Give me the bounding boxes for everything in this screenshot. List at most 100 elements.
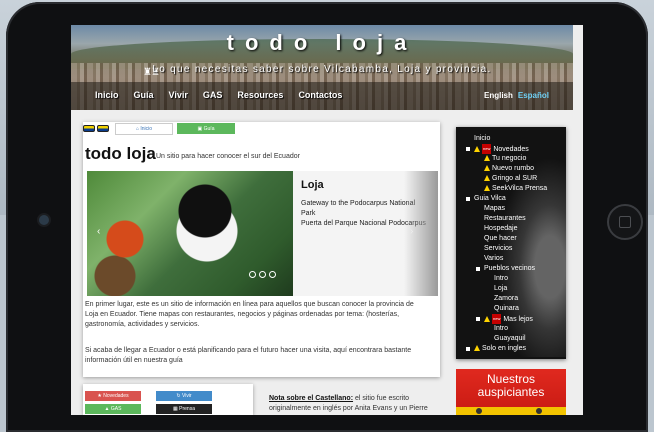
vivir-label: Vivir xyxy=(181,393,192,399)
sidebar-item-loja[interactable]: Loja xyxy=(456,284,566,294)
sidebar-item-label: Pueblos vecinos xyxy=(484,265,535,272)
sidebar-tree: Inicio new Novedades Tu negocio Nuevo rum… xyxy=(456,134,566,354)
sidebar-item-label: Restaurantes xyxy=(484,215,526,222)
sidebar-item-inicio[interactable]: Inicio xyxy=(456,134,566,144)
gas-label: GAS xyxy=(110,406,122,412)
tab-inicio[interactable]: ⌂ Inicio xyxy=(115,122,173,135)
sidebar-item-solo-ingles[interactable]: Solo en ingles xyxy=(456,344,566,354)
main-panel: ⌂ Inicio ▣ Guía todo loja Un sitio para … xyxy=(83,122,440,377)
lang-english[interactable]: English xyxy=(484,91,513,100)
expand-icon[interactable] xyxy=(466,197,470,201)
slider-dot-1[interactable] xyxy=(249,271,256,278)
sidebar-item-quinara[interactable]: Quinara xyxy=(456,304,566,314)
nav-vivir[interactable]: Vivir xyxy=(169,90,188,100)
sidebar-item-label: Nuevo rumbo xyxy=(492,165,535,172)
expand-icon[interactable] xyxy=(476,317,480,321)
sidebar-item-label: Zamora xyxy=(494,295,519,302)
warning-icon xyxy=(474,345,480,351)
camera-icon xyxy=(39,215,49,225)
prensa-button[interactable]: ▦ Prensa xyxy=(156,404,212,414)
page-title: todo loja xyxy=(85,144,156,163)
home-button[interactable] xyxy=(607,204,643,240)
sidebar-item-zamora[interactable]: Zamora xyxy=(456,294,566,304)
tab-guia[interactable]: ▣ Guía xyxy=(177,123,235,134)
sidebar-item-label: Intro xyxy=(494,275,509,282)
slider-prev-icon[interactable]: ‹ xyxy=(97,226,100,237)
novedades-label: Novedades xyxy=(103,393,129,399)
sidebar-item-label: Novedades xyxy=(493,146,529,153)
sidebar-item-servicios[interactable]: Servicios xyxy=(456,244,566,254)
sidebar-item-pueblos-vecinos[interactable]: Pueblos vecinos xyxy=(456,264,566,274)
sidebar-item-mapas[interactable]: Mapas xyxy=(456,204,566,214)
sidebar-item-nuevo-rumbo[interactable]: Nuevo rumbo xyxy=(456,164,566,174)
breadcrumb: ⌂ Inicio ▣ Guía xyxy=(83,122,235,135)
sidebar-item-label: Guia Vilca xyxy=(474,195,506,202)
expand-icon[interactable] xyxy=(466,147,470,151)
gas-button[interactable]: ▲ GAS xyxy=(85,404,141,414)
sidebar-item-label: Mas lejos xyxy=(503,316,533,323)
sidebar-item-varios[interactable]: Varios xyxy=(456,254,566,264)
new-badge: new xyxy=(482,144,492,154)
intro-paragraph: En primer lugar, este es un sitio de inf… xyxy=(85,301,414,328)
visit-paragraph: Si acaba de llegar a Ecuador o está plan… xyxy=(85,347,412,364)
nav-gas[interactable]: GAS xyxy=(203,90,223,100)
warning-icon xyxy=(484,155,490,161)
sidebar-item-intro-2[interactable]: Intro xyxy=(456,324,566,334)
site-header: todo loja ♜♜ Lo que necesitas saber sobr… xyxy=(71,25,573,110)
sidebar-item-label: Hospedaje xyxy=(484,225,518,232)
main-nav: Inicio Guía Vivir GAS Resources Contacto… xyxy=(95,90,342,100)
nav-guia[interactable]: Guía xyxy=(134,90,154,100)
slider-dots xyxy=(249,271,276,278)
note-label: Nota sobre el Castellano: xyxy=(269,395,354,402)
sidebar-item-label: Intro xyxy=(494,325,509,332)
sidebar-item-tu-negocio[interactable]: Tu negocio xyxy=(456,154,566,164)
site-title: todo loja xyxy=(226,30,418,55)
warning-icon xyxy=(484,316,490,322)
new-badge: new xyxy=(492,314,502,324)
sidebar-item-label: Varios xyxy=(484,255,504,262)
sponsors-title: Nuestros auspiciantes xyxy=(477,372,545,399)
sidebar-item-label: Inicio xyxy=(474,135,491,142)
sidebar-item-gringo[interactable]: Gringo al SUR xyxy=(456,174,566,184)
expand-icon[interactable] xyxy=(476,267,480,271)
lang-espanol[interactable]: Español xyxy=(518,91,549,100)
sidebar-item-label: SeekVilca Prensa xyxy=(492,185,548,192)
sidebar-item-intro[interactable]: Intro xyxy=(456,274,566,284)
image-slider: ‹ Loja Gateway to the Podocarpus Nationa… xyxy=(87,171,438,296)
sidebar-item-mas-lejos[interactable]: new Mas lejos xyxy=(456,314,566,324)
ecuador-flag-icon-2 xyxy=(97,125,109,132)
sidebar-item-label: Servicios xyxy=(484,245,513,252)
sidebar-menu: Inicio new Novedades Tu negocio Nuevo rum… xyxy=(456,127,566,359)
slider-next-icon[interactable]: › xyxy=(410,226,413,237)
slider-dot-3[interactable] xyxy=(269,271,276,278)
page-subtitle: Un sitio para hacer conocer el sur del E… xyxy=(156,153,300,160)
expand-icon[interactable] xyxy=(466,347,470,351)
sponsor-logo-dot xyxy=(476,408,482,414)
nav-resources[interactable]: Resources xyxy=(237,90,283,100)
castellano-note: Nota sobre el Castellano: el sitio fue e… xyxy=(269,394,444,414)
sidebar-item-que-hacer[interactable]: Que hacer xyxy=(456,234,566,244)
warning-icon xyxy=(484,165,490,171)
sidebar-item-label: Gringo al SUR xyxy=(492,175,538,182)
vivir-button[interactable]: ↻ Vivir xyxy=(156,391,212,401)
sidebar-item-label: Tu negocio xyxy=(492,155,527,162)
nav-contactos[interactable]: Contactos xyxy=(298,90,342,100)
slider-dot-2[interactable] xyxy=(259,271,266,278)
sidebar-item-guayaquil[interactable]: Guayaquil xyxy=(456,334,566,344)
sponsors-box[interactable]: Nuestros auspiciantes xyxy=(456,369,566,415)
nav-inicio[interactable]: Inicio xyxy=(95,90,119,100)
sidebar-item-restaurantes[interactable]: Restaurantes xyxy=(456,214,566,224)
sidebar-item-guia-vilca[interactable]: Guia Vilca xyxy=(456,194,566,204)
prensa-label: Prensa xyxy=(179,406,195,412)
sidebar-item-hospedaje[interactable]: Hospedaje xyxy=(456,224,566,234)
sponsor-logo-dot-2 xyxy=(536,408,542,414)
sidebar-item-label: Guayaquil xyxy=(494,335,526,342)
sidebar-item-label: Loja xyxy=(494,285,508,292)
warning-icon xyxy=(474,146,480,152)
language-switch: English Español xyxy=(484,91,549,100)
sponsors-strip xyxy=(456,407,566,415)
sidebar-item-novedades[interactable]: new Novedades xyxy=(456,144,566,154)
novedades-button[interactable]: ★ Novedades xyxy=(85,391,141,401)
sidebar-item-label: Que hacer xyxy=(484,235,517,242)
sidebar-item-seekvilca[interactable]: SeekVilca Prensa xyxy=(456,184,566,194)
